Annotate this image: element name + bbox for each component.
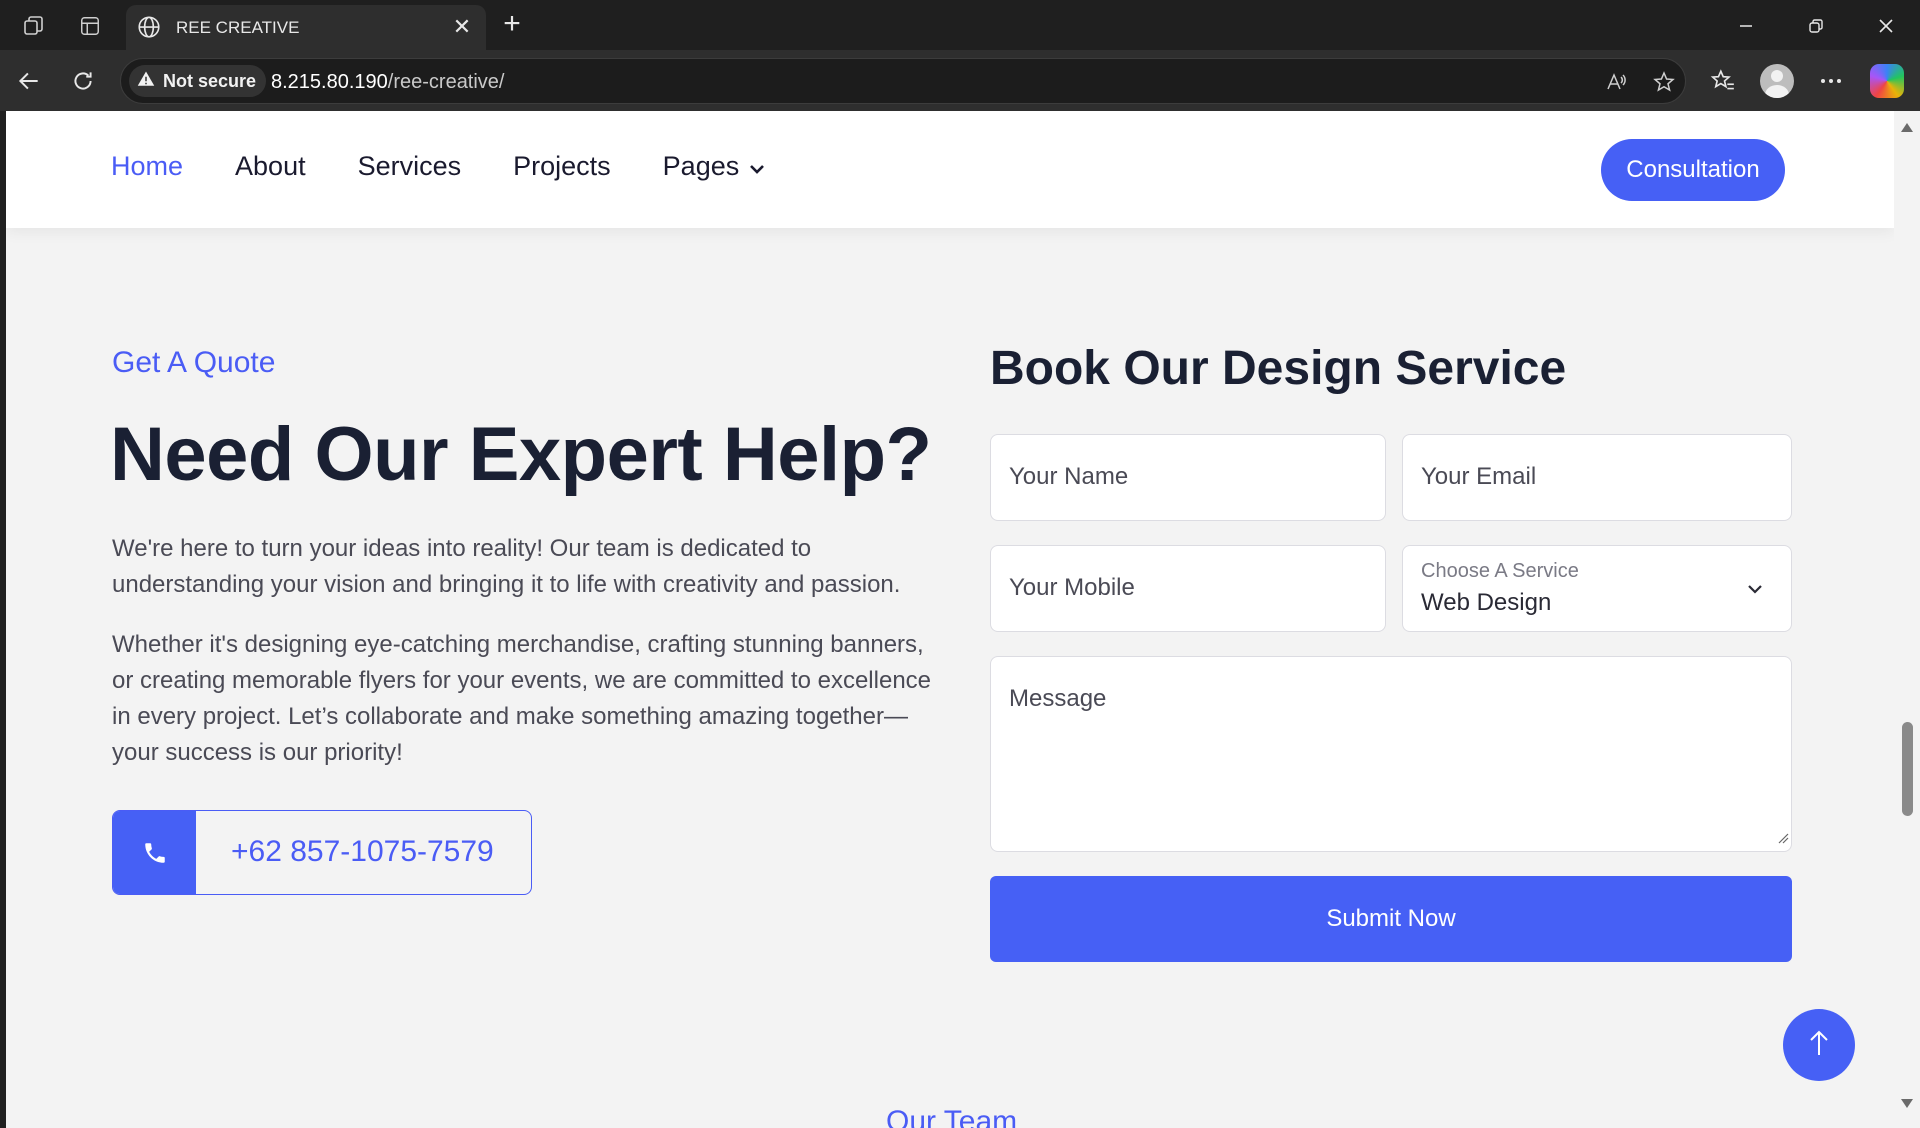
- close-icon[interactable]: ✕: [448, 13, 476, 41]
- back-to-top-button[interactable]: [1783, 1009, 1855, 1081]
- nav-item-label: Home: [111, 151, 184, 181]
- form-title: Book Our Design Service: [990, 342, 1567, 395]
- phone-contact-button[interactable]: +62 857-1075-7579: [112, 810, 532, 895]
- copilot-icon[interactable]: [1870, 64, 1904, 98]
- browser-tab-bar: REE CREATIVE ✕ +: [0, 0, 1920, 50]
- nav-item-pages[interactable]: Pages: [663, 151, 766, 182]
- arrow-up-icon: [1807, 1028, 1831, 1063]
- back-icon[interactable]: [12, 64, 46, 98]
- name-placeholder: Your Name: [1009, 463, 1129, 490]
- profile-icon[interactable]: [1760, 64, 1794, 98]
- restore-icon[interactable]: [1796, 10, 1836, 42]
- chevron-down-icon: [1747, 582, 1763, 600]
- scroll-down-icon[interactable]: [1901, 1099, 1913, 1108]
- page-scrollbar[interactable]: [1894, 111, 1920, 1128]
- nav-item-label: Services: [357, 151, 462, 181]
- submit-button[interactable]: Submit Now: [990, 876, 1792, 962]
- favorites-icon[interactable]: [1706, 64, 1740, 98]
- browser-toolbar: Not secure 8.215.80.190/ree-creative/: [0, 50, 1920, 111]
- refresh-icon[interactable]: [66, 64, 100, 98]
- tab-actions-icon[interactable]: [74, 10, 106, 42]
- section-headline: Need Our Expert Help?: [110, 412, 932, 497]
- nav-item-label: Projects: [513, 151, 611, 181]
- message-placeholder: Message: [1009, 685, 1107, 712]
- section-eyebrow: Get A Quote: [112, 346, 276, 379]
- security-badge[interactable]: Not secure: [129, 65, 267, 97]
- scroll-thumb[interactable]: [1902, 722, 1913, 816]
- minimize-icon[interactable]: [1726, 10, 1766, 42]
- security-label: Not secure: [163, 70, 257, 91]
- scroll-up-icon[interactable]: [1901, 123, 1913, 132]
- next-section-eyebrow: Our Team: [886, 1105, 1018, 1128]
- email-placeholder: Your Email: [1421, 463, 1537, 490]
- globe-icon: [136, 14, 162, 40]
- nav-item-projects[interactable]: Projects: [513, 151, 611, 182]
- url-path: /ree-creative/: [387, 71, 505, 93]
- more-icon[interactable]: [1814, 64, 1848, 98]
- resize-handle-icon[interactable]: [1777, 831, 1789, 849]
- address-bar[interactable]: Not secure 8.215.80.190/ree-creative/: [120, 58, 1686, 104]
- phone-number: +62 857-1075-7579: [231, 835, 494, 868]
- nav-item-label: Pages: [662, 151, 740, 181]
- mobile-field[interactable]: Your Mobile: [990, 545, 1386, 632]
- chevron-down-icon: [749, 151, 765, 182]
- url-text[interactable]: 8.215.80.190/ree-creative/: [271, 71, 505, 94]
- mobile-placeholder: Your Mobile: [1009, 574, 1135, 601]
- service-select-label: Choose A Service: [1421, 560, 1579, 582]
- tab-title: REE CREATIVE: [176, 18, 300, 37]
- workspaces-icon[interactable]: [18, 10, 50, 42]
- plus-icon[interactable]: +: [496, 9, 528, 41]
- read-aloud-icon[interactable]: [1601, 67, 1631, 97]
- consultation-button[interactable]: Consultation: [1601, 139, 1785, 201]
- site-header: Home About Services Projects Pages Consu…: [6, 111, 1894, 228]
- page-viewport: Home About Services Projects Pages Consu…: [6, 111, 1894, 1128]
- nav-item-about[interactable]: About: [235, 151, 306, 182]
- main-nav: Home About Services Projects Pages: [111, 151, 765, 182]
- url-host: 8.215.80.190: [271, 71, 388, 93]
- message-textarea[interactable]: Message: [990, 656, 1792, 852]
- email-field[interactable]: Your Email: [1402, 434, 1792, 521]
- detail-paragraph: Whether it's designing eye-catching merc…: [112, 631, 932, 766]
- intro-paragraph: We're here to turn your ideas into reali…: [112, 535, 901, 598]
- service-select-value: Web Design: [1421, 589, 1552, 616]
- service-select[interactable]: Choose A Service Web Design: [1402, 545, 1792, 632]
- star-icon[interactable]: [1649, 67, 1679, 97]
- nav-item-services[interactable]: Services: [358, 151, 462, 182]
- browser-tab[interactable]: REE CREATIVE ✕: [126, 5, 486, 50]
- nav-item-home[interactable]: Home: [111, 151, 183, 182]
- phone-icon: [113, 811, 196, 894]
- close-window-icon[interactable]: [1866, 10, 1906, 42]
- nav-item-label: About: [235, 151, 306, 181]
- name-field[interactable]: Your Name: [990, 434, 1386, 521]
- warning-icon: [137, 70, 155, 93]
